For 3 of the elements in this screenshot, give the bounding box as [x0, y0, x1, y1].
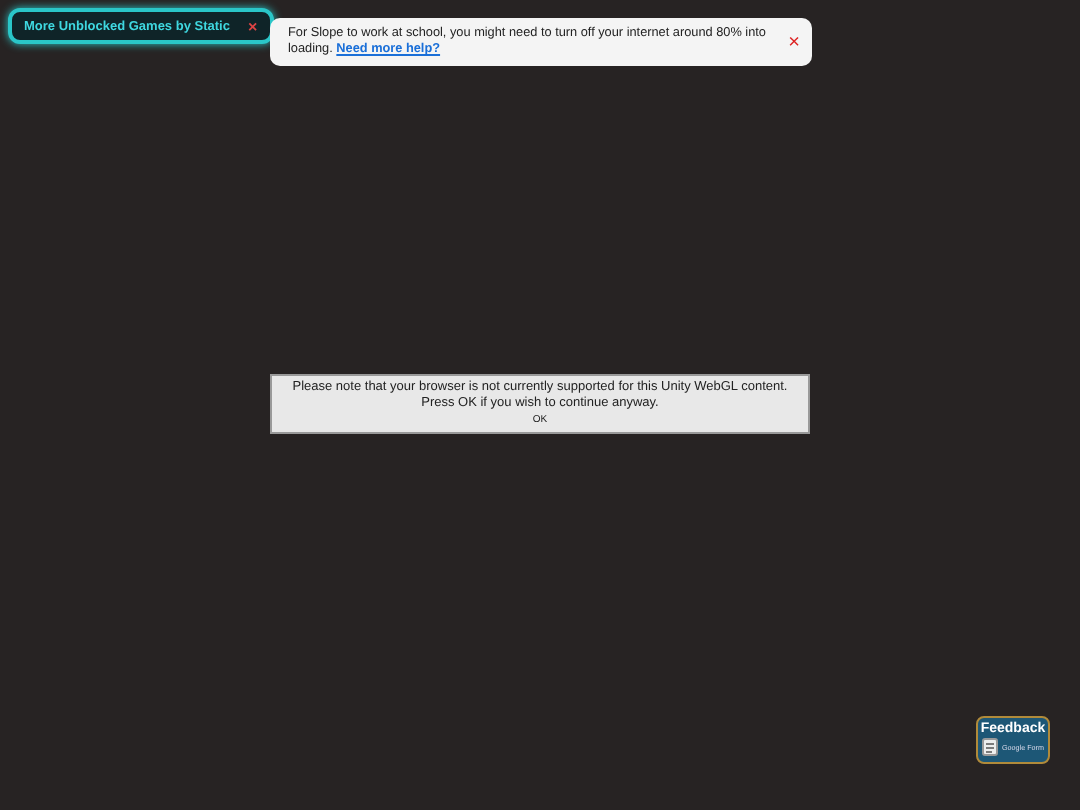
close-button[interactable]: ×	[247, 17, 258, 35]
form-icon	[982, 738, 998, 756]
close-button[interactable]: ×	[788, 31, 800, 53]
